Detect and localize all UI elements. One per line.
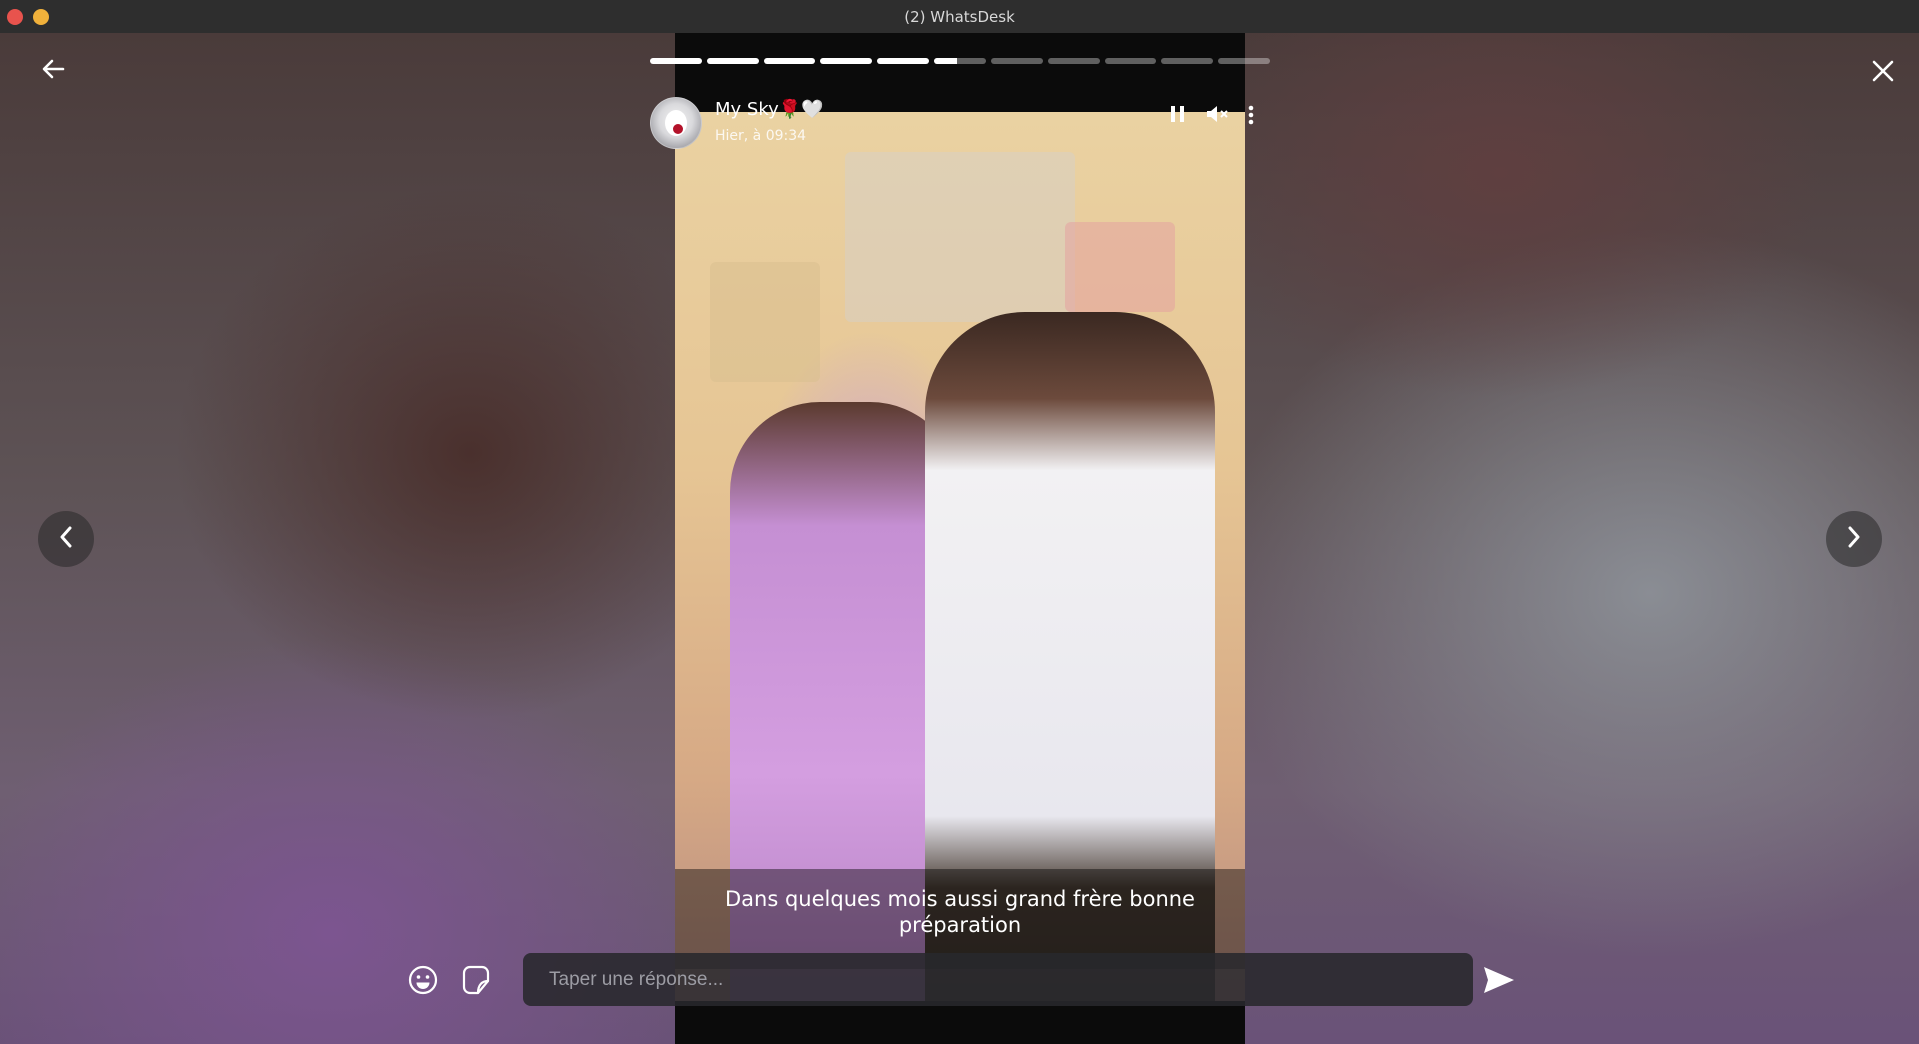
progress-segment	[1218, 58, 1270, 64]
send-icon[interactable]	[1482, 965, 1516, 999]
progress-segment	[820, 58, 873, 64]
story-timestamp: Hier, à 09:34	[715, 128, 807, 144]
progress-segment	[877, 58, 930, 64]
progress-segment	[1161, 58, 1214, 64]
muted-speaker-icon[interactable]	[1206, 105, 1230, 127]
progress-segment	[1047, 58, 1100, 64]
contact-name[interactable]: My Sky🌹🤍	[715, 99, 824, 120]
close-window-button[interactable]	[7, 9, 23, 25]
progress-segment	[1104, 58, 1157, 64]
progress-segment	[990, 58, 1043, 64]
reply-bar	[400, 953, 1520, 1013]
chevron-right-icon	[1847, 526, 1861, 552]
progress-segment	[650, 58, 702, 64]
window-title: (2) WhatsDesk	[904, 7, 1015, 26]
window-controls	[7, 9, 49, 25]
reply-input[interactable]	[523, 953, 1473, 1006]
progress-segment	[763, 58, 816, 64]
pause-icon[interactable]	[1170, 105, 1186, 127]
more-vertical-icon[interactable]	[1248, 105, 1254, 129]
chevron-left-icon	[59, 526, 73, 552]
progress-segment	[706, 58, 759, 64]
previous-story-button[interactable]	[38, 511, 94, 567]
sticker-icon[interactable]	[462, 965, 490, 999]
avatar[interactable]	[650, 97, 702, 149]
close-icon[interactable]	[1872, 60, 1894, 86]
story-photo	[675, 112, 1245, 1001]
next-story-button[interactable]	[1826, 511, 1882, 567]
story-header: My Sky🌹🤍 Hier, à 09:34	[650, 97, 1270, 149]
story-caption: Dans quelques mois aussi grand frère bon…	[725, 887, 1195, 937]
back-arrow-icon[interactable]	[41, 58, 65, 84]
minimize-window-button[interactable]	[33, 9, 49, 25]
window-titlebar: (2) WhatsDesk	[0, 0, 1919, 33]
progress-segment	[934, 58, 986, 64]
status-viewer: My Sky🌹🤍 Hier, à 09:34 Dans quelques moi…	[0, 33, 1919, 1044]
emoji-icon[interactable]	[408, 965, 438, 999]
story-progress	[650, 58, 1270, 64]
